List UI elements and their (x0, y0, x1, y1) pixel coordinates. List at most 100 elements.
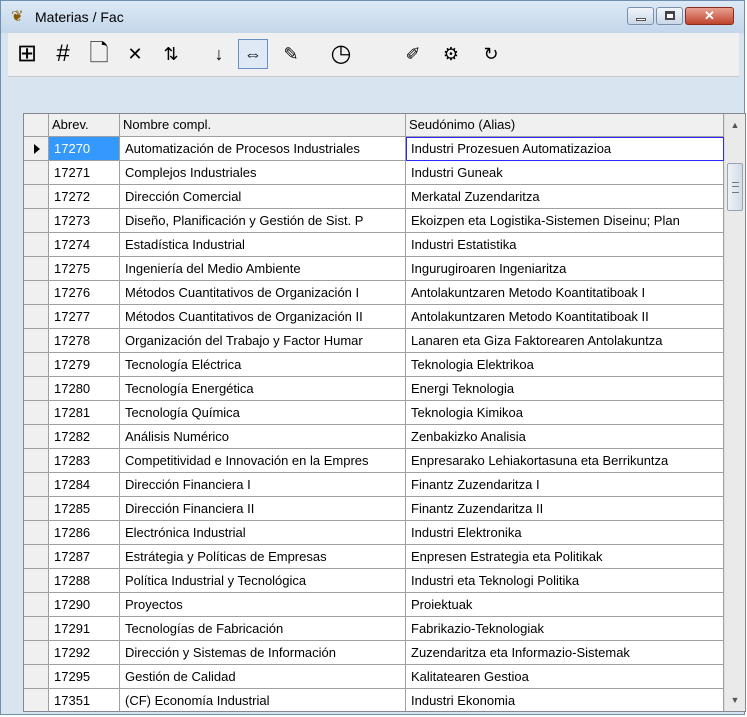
cell-abrev[interactable]: 17283 (49, 449, 120, 473)
cell-abrev[interactable]: 17287 (49, 545, 120, 569)
table-row[interactable]: 17295 Gestión de Calidad Kalitatearen Gest… (24, 665, 724, 689)
settings-button[interactable]: ⚙ (436, 39, 466, 69)
row-indicator[interactable] (24, 329, 49, 353)
row-indicator[interactable] (24, 617, 49, 641)
cell-nombre[interactable]: Complejos Industriales (120, 161, 406, 185)
cell-alias[interactable]: Antolakuntzaren Metodo Koantitatiboak I (406, 281, 724, 305)
cell-abrev[interactable]: 17278 (49, 329, 120, 353)
cell-abrev[interactable]: 17271 (49, 161, 120, 185)
row-indicator[interactable] (24, 161, 49, 185)
row-indicator[interactable] (24, 185, 49, 209)
column-header-nombre[interactable]: Nombre compl. (120, 114, 406, 137)
table-row[interactable]: 17277 Métodos Cuantitativos de Organizaci… (24, 305, 724, 329)
row-indicator[interactable] (24, 497, 49, 521)
cell-abrev[interactable]: 17279 (49, 353, 120, 377)
table-row[interactable]: 17281 Tecnología Química Teknologia Kimiko… (24, 401, 724, 425)
cell-alias[interactable]: Industri Prozesuen Automatizazioa (406, 137, 724, 161)
fit-grid-button[interactable]: ⊞ (12, 39, 42, 69)
cell-alias[interactable]: Finantz Zuzendaritza I (406, 473, 724, 497)
cell-alias[interactable]: Enpresen Estrategia eta Politikak (406, 545, 724, 569)
cell-alias[interactable]: Energi Teknologia (406, 377, 724, 401)
table-row[interactable]: 17283 Competitividad e Innovación en la E… (24, 449, 724, 473)
replace-button[interactable]: ⇅ (156, 39, 186, 69)
cell-abrev[interactable]: 17270 (49, 137, 120, 161)
cell-nombre[interactable]: Tecnología Eléctrica (120, 353, 406, 377)
cell-alias[interactable]: Zenbakizko Analisia (406, 425, 724, 449)
table-row[interactable]: 17280 Tecnología Energética Energi Teknolo… (24, 377, 724, 401)
cell-nombre[interactable]: Métodos Cuantitativos de Organización II (120, 305, 406, 329)
table-row[interactable]: 17292 Dirección y Sistemas de Información… (24, 641, 724, 665)
table-row[interactable]: 17286 Electrónica Industrial Industri Elek… (24, 521, 724, 545)
table-row[interactable]: 17284 Dirección Financiera I Finantz Zuzen… (24, 473, 724, 497)
minimize-button[interactable] (627, 7, 654, 25)
scroll-down-button[interactable]: ▼ (725, 689, 745, 711)
table-row[interactable]: 17288 Política Industrial y Tecnológica In… (24, 569, 724, 593)
column-width-button[interactable]: ⇔ (238, 39, 268, 69)
table-row[interactable]: 17278 Organización del Trabajo y Factor H… (24, 329, 724, 353)
row-indicator[interactable] (24, 425, 49, 449)
cell-abrev[interactable]: 17286 (49, 521, 120, 545)
cell-abrev[interactable]: 17282 (49, 425, 120, 449)
maximize-button[interactable] (656, 7, 683, 25)
table-row[interactable]: 17273 Diseño, Planificación y Gestión de … (24, 209, 724, 233)
cell-abrev[interactable]: 17288 (49, 569, 120, 593)
cell-abrev[interactable]: 17275 (49, 257, 120, 281)
table-row[interactable]: 17276 Métodos Cuantitativos de Organizaci… (24, 281, 724, 305)
cell-alias[interactable]: Teknologia Kimikoa (406, 401, 724, 425)
row-indicator[interactable] (24, 305, 49, 329)
cell-alias[interactable]: Merkatal Zuzendaritza (406, 185, 724, 209)
cell-alias[interactable]: Kalitatearen Gestioa (406, 665, 724, 689)
cell-alias[interactable]: Lanaren eta Giza Faktorearen Antolakuntz… (406, 329, 724, 353)
cell-nombre[interactable]: Tecnología Química (120, 401, 406, 425)
cell-nombre[interactable]: Automatización de Procesos Industriales (120, 137, 406, 161)
cell-alias[interactable]: Ingurugiroaren Ingeniaritza (406, 257, 724, 281)
cell-abrev[interactable]: 17351 (49, 689, 120, 711)
row-indicator[interactable] (24, 377, 49, 401)
cell-alias[interactable]: Antolakuntzaren Metodo Koantitatiboak II (406, 305, 724, 329)
table-row[interactable]: 17274 Estadística Industrial Industri Esta… (24, 233, 724, 257)
table-row[interactable]: 17290 Proyectos Proiektuak (24, 593, 724, 617)
grid-button[interactable]: # (48, 39, 78, 69)
row-indicator[interactable] (24, 233, 49, 257)
table-row[interactable]: 17291 Tecnologías de Fabricación Fabrikazi… (24, 617, 724, 641)
cell-alias[interactable]: Enpresarako Lehiakortasuna eta Berrikunt… (406, 449, 724, 473)
cell-alias[interactable]: Industri Ekonomia (406, 689, 724, 711)
cell-nombre[interactable]: Política Industrial y Tecnológica (120, 569, 406, 593)
cell-abrev[interactable]: 17291 (49, 617, 120, 641)
app-icon[interactable]: ❦ (11, 8, 29, 26)
cell-alias[interactable]: Industri Elektronika (406, 521, 724, 545)
refresh-button[interactable]: ↻ (476, 39, 506, 69)
table-row[interactable]: 17275 Ingeniería del Medio Ambiente Inguru… (24, 257, 724, 281)
cell-abrev[interactable]: 17295 (49, 665, 120, 689)
new-record-button[interactable]: 🗋 (84, 39, 114, 69)
cell-nombre[interactable]: Métodos Cuantitativos de Organización I (120, 281, 406, 305)
row-indicator[interactable] (24, 401, 49, 425)
row-indicator[interactable] (24, 593, 49, 617)
cell-abrev[interactable]: 17277 (49, 305, 120, 329)
cell-abrev[interactable]: 17281 (49, 401, 120, 425)
row-indicator[interactable] (24, 545, 49, 569)
cell-nombre[interactable]: Estrátegia y Políticas de Empresas (120, 545, 406, 569)
cell-abrev[interactable]: 17274 (49, 233, 120, 257)
row-indicator[interactable] (24, 257, 49, 281)
tool-button[interactable]: ✎ (276, 39, 306, 69)
cell-alias[interactable]: Finantz Zuzendaritza II (406, 497, 724, 521)
title-bar[interactable]: ❦ Materias / Fac ✕ (1, 1, 744, 33)
row-indicator[interactable] (24, 665, 49, 689)
vertical-scrollbar[interactable]: ▲ ▼ (724, 114, 745, 711)
table-row[interactable]: 17271 Complejos Industriales Industri Gune… (24, 161, 724, 185)
table-row[interactable]: 17285 Dirección Financiera II Finantz Zuze… (24, 497, 724, 521)
cell-nombre[interactable]: Gestión de Calidad (120, 665, 406, 689)
cell-alias[interactable]: Teknologia Elektrikoa (406, 353, 724, 377)
cell-abrev[interactable]: 17273 (49, 209, 120, 233)
cell-abrev[interactable]: 17280 (49, 377, 120, 401)
cell-alias[interactable]: Industri eta Teknologi Politika (406, 569, 724, 593)
cell-nombre[interactable]: Competitividad e Innovación en la Empres (120, 449, 406, 473)
cell-alias[interactable]: Industri Guneak (406, 161, 724, 185)
cell-nombre[interactable]: Tecnologías de Fabricación (120, 617, 406, 641)
cell-nombre[interactable]: Ingeniería del Medio Ambiente (120, 257, 406, 281)
cell-nombre[interactable]: Dirección Financiera II (120, 497, 406, 521)
cell-abrev[interactable]: 17276 (49, 281, 120, 305)
column-header-alias[interactable]: Seudónimo (Alias) (406, 114, 724, 137)
row-indicator[interactable] (24, 137, 49, 161)
